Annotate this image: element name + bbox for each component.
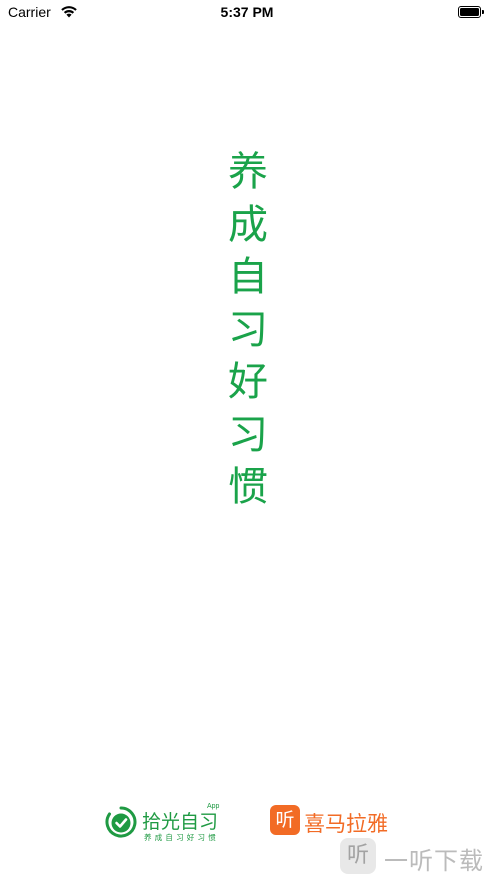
slogan-char: 习 (228, 306, 268, 353)
slogan-char: 习 (228, 411, 268, 458)
watermark-text: 一听下载 (384, 847, 484, 875)
slogan-char: 惯 (228, 464, 268, 510)
check-circle-icon (105, 806, 137, 838)
shiguang-logo: 拾光自习 App 养成自习好习惯 (104, 803, 234, 843)
watermark-icon: 听 (340, 838, 376, 874)
shiguang-name: 拾光自习 (142, 811, 219, 833)
slogan-char: 成 (228, 201, 268, 248)
shiguang-app-label: App (207, 803, 220, 810)
status-time: 5:37 PM (220, 4, 274, 20)
slogan-char: 自 (228, 254, 268, 300)
slogan-char: 好 (228, 359, 268, 405)
battery-level (460, 8, 479, 16)
shiguang-tagline: 养成自习好习惯 (144, 833, 219, 842)
watermark: 听 一听下载 (330, 832, 494, 880)
ximalaya-listen-icon: 听 (270, 805, 300, 835)
slogan-char: 养 (228, 149, 268, 195)
status-bar: Carrier 5:37 PM (0, 0, 494, 26)
battery-icon (458, 6, 484, 18)
splash-slogan: 养 成 自 习 好 习 惯 (220, 146, 276, 514)
